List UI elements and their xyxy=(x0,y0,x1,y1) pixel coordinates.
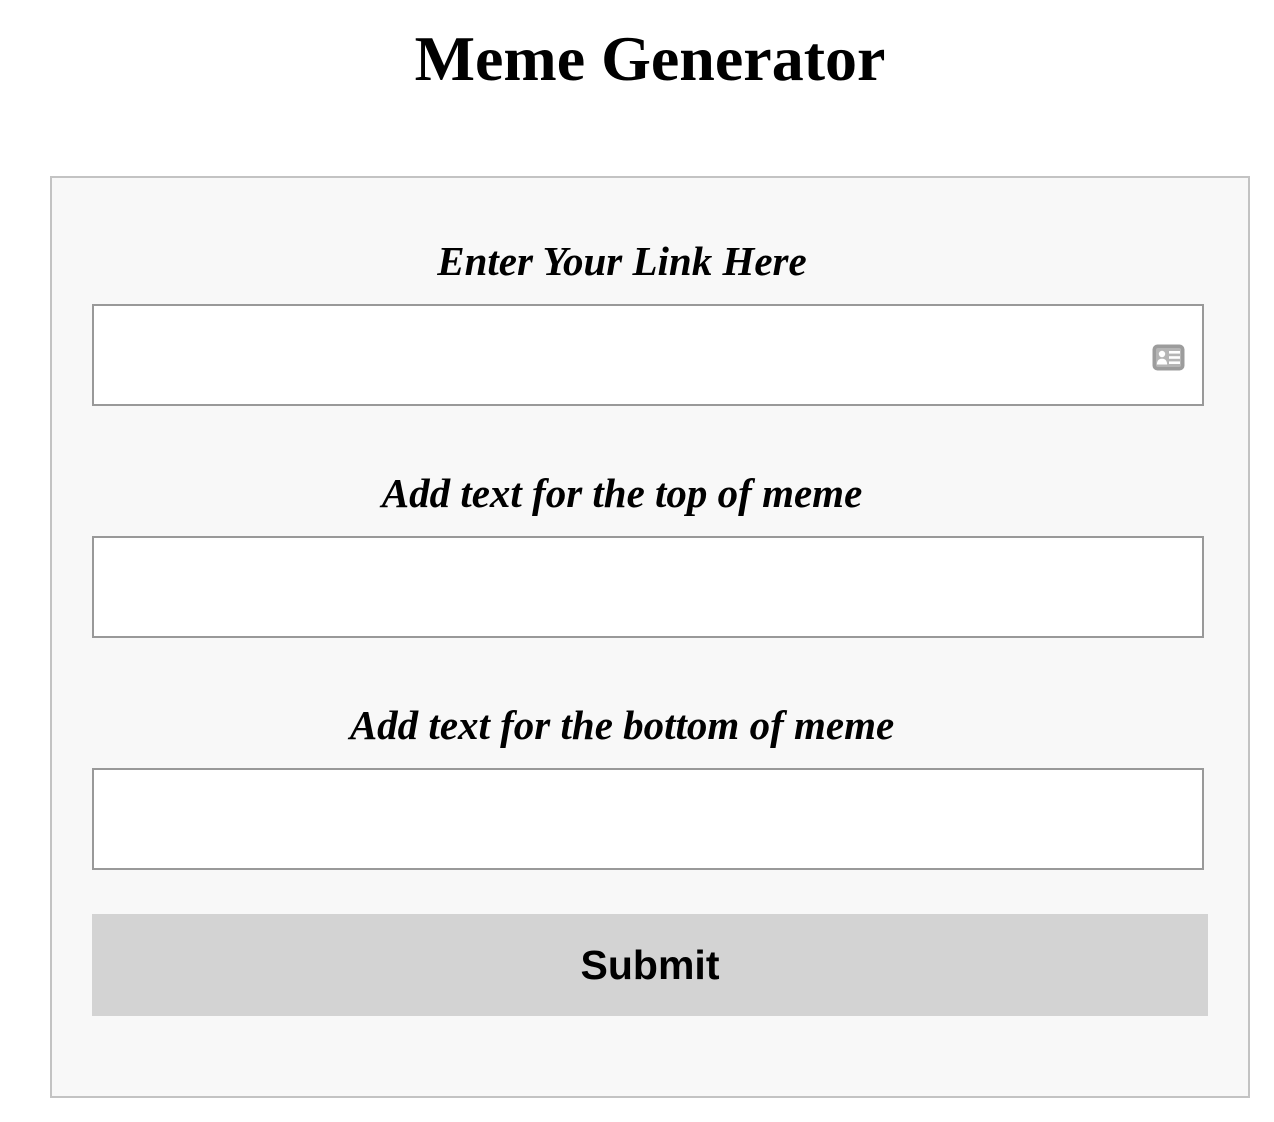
bottom-text-input[interactable] xyxy=(92,768,1204,870)
meme-form: Enter Your Link Here Add text for the to… xyxy=(50,176,1250,1098)
page-title: Meme Generator xyxy=(414,23,886,94)
submit-button[interactable]: Submit xyxy=(92,914,1208,1016)
contact-card-icon[interactable] xyxy=(1152,344,1185,371)
top-text-field-label: Add text for the top of meme xyxy=(381,470,863,516)
link-input[interactable] xyxy=(92,304,1204,406)
link-field-label: Enter Your Link Here xyxy=(437,238,807,284)
bottom-text-field-label: Add text for the bottom of meme xyxy=(349,702,895,748)
top-text-input[interactable] xyxy=(92,536,1204,638)
